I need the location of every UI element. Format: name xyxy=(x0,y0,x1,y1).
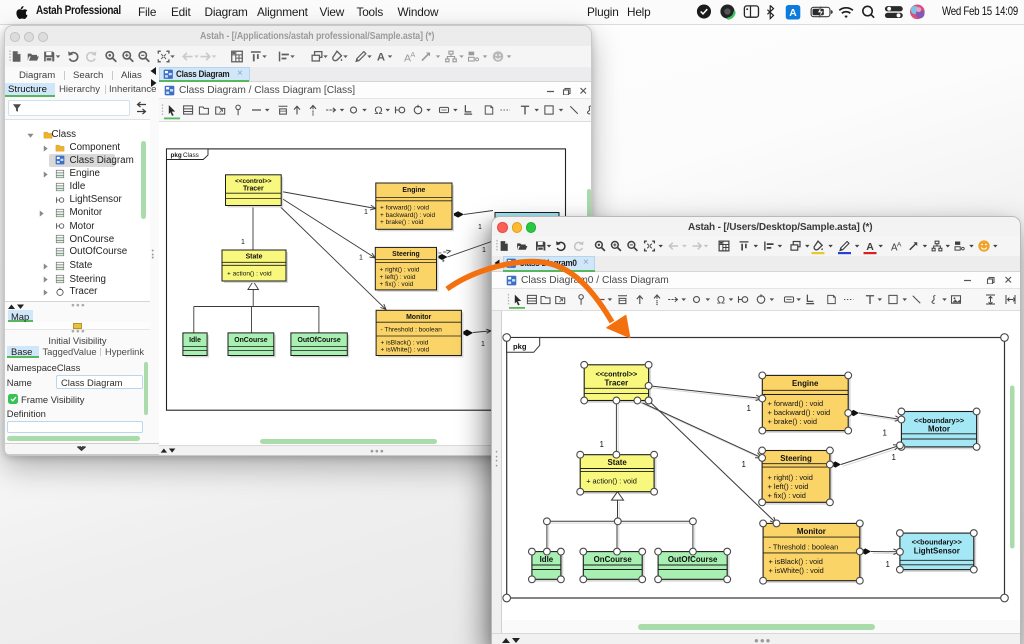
svg-text:OnCourse: OnCourse xyxy=(593,555,632,564)
svg-text:A: A xyxy=(789,8,797,19)
svg-text:1: 1 xyxy=(599,440,604,449)
svg-text:+ brake() : void: + brake() : void xyxy=(767,417,817,426)
svg-text:<<boundary>>: <<boundary>> xyxy=(911,537,961,546)
svg-text:<<control>>: <<control>> xyxy=(595,369,637,378)
svg-text:Idle: Idle xyxy=(539,555,553,564)
svg-text:Monitor: Monitor xyxy=(796,526,825,535)
svg-text:+ left() : void: + left() : void xyxy=(767,481,808,490)
svg-text:+ fix() : void: + fix() : void xyxy=(767,490,805,499)
svg-text:LightSensor: LightSensor xyxy=(913,546,959,555)
svg-text:1: 1 xyxy=(746,404,751,413)
svg-text:+ isWhite() : void: + isWhite() : void xyxy=(768,566,823,575)
svg-text:+ action() : void: + action() : void xyxy=(586,476,637,485)
svg-text:<<boundary>>: <<boundary>> xyxy=(913,416,963,425)
svg-text:Motor: Motor xyxy=(928,424,950,433)
svg-text:+ forward() : void: + forward() : void xyxy=(767,399,823,408)
svg-text:Steering: Steering xyxy=(780,453,812,462)
svg-text:Engine: Engine xyxy=(792,378,819,387)
svg-text:OutOfCourse: OutOfCourse xyxy=(667,555,717,564)
svg-text:State: State xyxy=(607,458,627,467)
svg-text:+ isBlack() : void: + isBlack() : void xyxy=(768,557,822,566)
svg-text:1: 1 xyxy=(882,428,887,437)
svg-text:1: 1 xyxy=(885,560,890,569)
svg-text:1: 1 xyxy=(741,460,746,469)
svg-text:Tracer: Tracer xyxy=(604,378,628,387)
svg-text:- Threshold : boolean: - Threshold : boolean xyxy=(768,542,838,551)
svg-text:+ backward() : void: + backward() : void xyxy=(767,408,830,417)
svg-text:1: 1 xyxy=(891,453,896,462)
svg-text:pkg: pkg xyxy=(513,342,527,351)
svg-text:+ right() : void: + right() : void xyxy=(767,472,812,481)
